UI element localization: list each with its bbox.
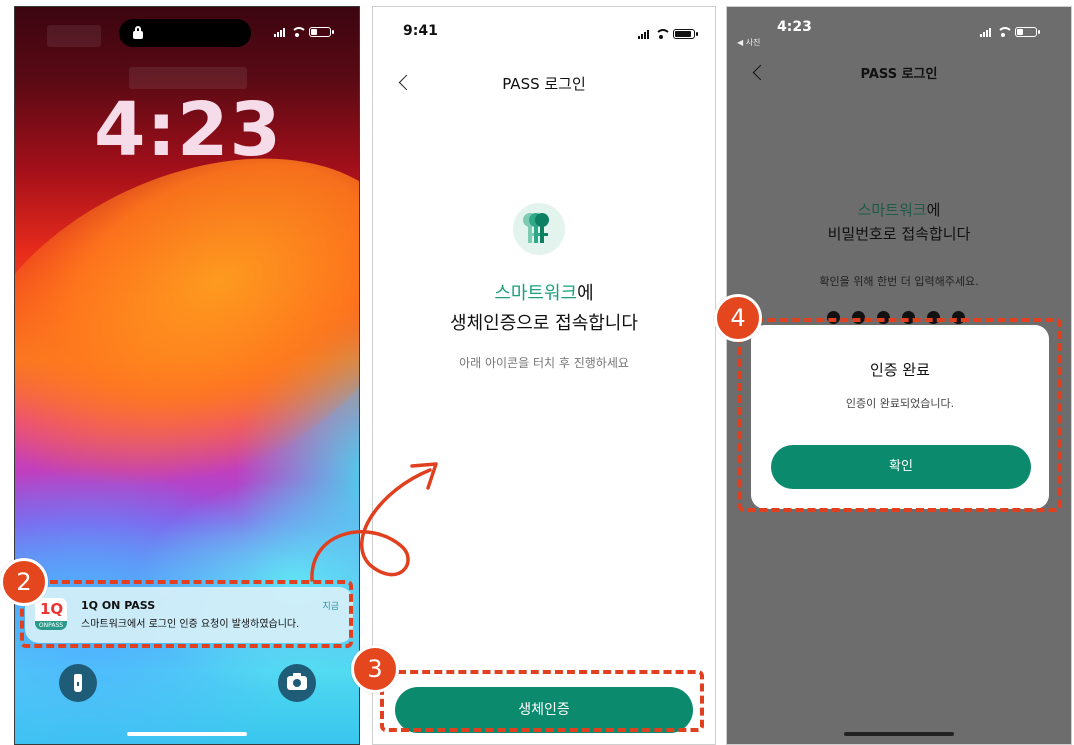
heading-line1: 스마트워크에 (373, 279, 715, 305)
step-badge-4: 4 (714, 294, 762, 342)
status-left-blur (47, 25, 101, 47)
wifi-icon (654, 29, 671, 39)
signal-icon (638, 29, 649, 39)
heading-line1: 스마트워크에 (727, 199, 1071, 220)
status-time: 9:41 (403, 23, 438, 39)
instruction-text: 확인을 위해 한번 더 입력해주세요. (819, 275, 979, 288)
nav-title: PASS 로그인 (860, 67, 938, 82)
biometric-phone: 9:41 PASS 로그인 스마트워크에 생체인증으로 접속합니다 아래 아이콘… (372, 6, 716, 745)
heading-line2: 생체인증으로 접속합니다 (450, 313, 638, 334)
step4-highlight (738, 318, 1062, 512)
lock-icon (133, 26, 143, 39)
tutorial-canvas: 4:23 1Q ONPASS 1Q ON PASS 스마트워크에서 로그인 인증… (0, 0, 1074, 745)
battery-icon (1015, 27, 1040, 37)
camera-icon (287, 673, 307, 690)
wifi-icon (290, 27, 307, 37)
home-indicator[interactable] (844, 732, 954, 736)
status-time: 4:23 (777, 19, 812, 35)
dynamic-island (119, 19, 251, 47)
step2-highlight (20, 580, 353, 648)
lock-screen-time: 4:23 (93, 87, 283, 173)
flow-arrow (310, 462, 438, 582)
status-icons (980, 27, 1040, 37)
step-badge-3: 3 (351, 645, 399, 693)
heading-highlight: 스마트워크 (857, 201, 927, 219)
step-badge-2: 2 (0, 558, 48, 606)
wifi-icon (996, 27, 1013, 37)
battery-icon (673, 29, 698, 39)
camera-button[interactable] (278, 664, 316, 702)
signal-icon (980, 27, 991, 37)
heading-highlight: 스마트워크 (494, 283, 578, 304)
instruction-text: 아래 아이콘을 터치 후 진행하세요 (459, 356, 629, 370)
home-indicator[interactable] (127, 732, 247, 736)
step3-highlight (380, 670, 704, 732)
heading-suffix: 에 (577, 283, 594, 304)
back-to-app[interactable]: ◀ 사진 (737, 37, 760, 48)
date-blur (129, 67, 247, 89)
flashlight-icon (74, 674, 82, 692)
nav-title: PASS 로그인 (502, 75, 586, 93)
flashlight-button[interactable] (59, 664, 97, 702)
key-icon[interactable] (513, 203, 565, 255)
heading-line2: 비밀번호로 접속합니다 (827, 225, 971, 243)
status-icons (274, 27, 334, 37)
heading-suffix: 에 (926, 201, 941, 219)
status-icons (638, 29, 698, 39)
battery-icon (309, 27, 334, 37)
signal-icon (274, 27, 285, 37)
